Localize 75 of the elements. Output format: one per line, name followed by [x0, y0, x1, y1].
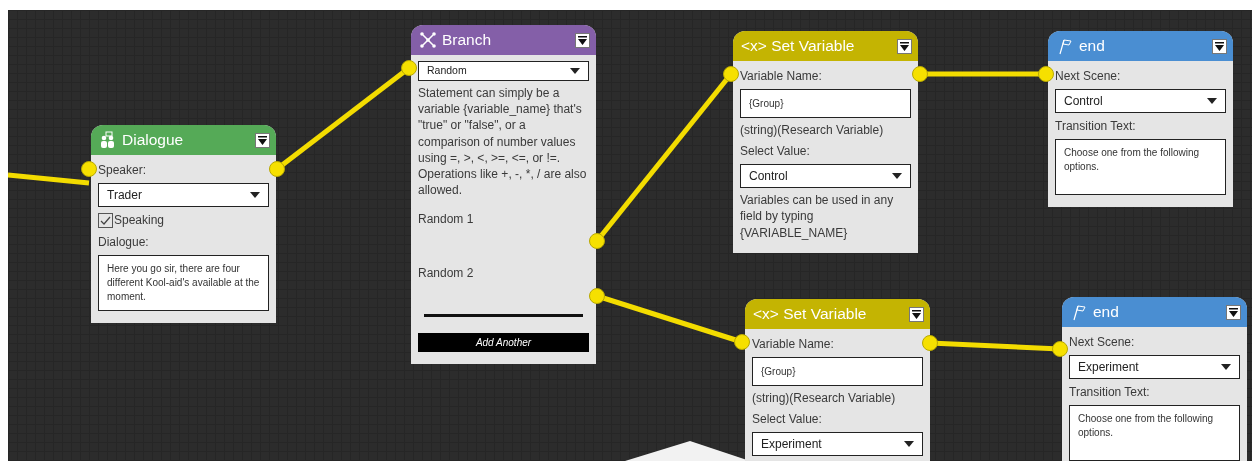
connection-port[interactable] [401, 60, 417, 76]
text-area[interactable]: Here you go sir, there are four different Kool-aid's available at the moment. [98, 255, 269, 311]
connection-port[interactable] [734, 334, 750, 350]
caret-icon [1221, 364, 1231, 370]
collapse-icon [1215, 41, 1224, 51]
node-title: end [1079, 36, 1105, 57]
collapse-icon [258, 135, 267, 145]
collapse-button[interactable] [1226, 304, 1241, 320]
node-title: Branch [442, 30, 492, 51]
connection-port[interactable] [922, 335, 938, 351]
dropdown-value: Trader [107, 187, 142, 204]
text-area[interactable]: Choose one from the following options. [1069, 405, 1240, 461]
text-area[interactable]: Choose one from the following options. [1055, 139, 1226, 195]
collapse-button[interactable] [1212, 38, 1227, 54]
connection-port[interactable] [912, 66, 928, 82]
checkbox[interactable] [98, 212, 113, 228]
help-text: Statement can simply be a variable {variable_name} that's "true" or "false", or a comparison of number values using =, >, <, >=, <=, or !=. Operations like +, -, *, / are also allowed. [418, 85, 588, 199]
field-label: Transition Text: [1069, 384, 1151, 401]
checkbox-label: Speaking [114, 212, 165, 229]
help-text: (string)(Research Variable) [740, 122, 885, 139]
input-field[interactable]: {Group} [752, 357, 923, 386]
branch-icon [419, 31, 437, 49]
collapse-button[interactable] [255, 132, 270, 148]
dropdown[interactable]: Experiment [752, 432, 923, 457]
dropdown[interactable]: Random [418, 61, 589, 81]
caret-icon [250, 192, 260, 198]
field-label: Variable Name: [740, 68, 823, 85]
collapse-button[interactable] [575, 32, 590, 48]
field-label: Speaker: [98, 162, 148, 179]
field-label: Dialogue: [98, 234, 150, 251]
caret-icon [1207, 98, 1217, 104]
dropdown-value: Control [1064, 93, 1103, 110]
connection-port[interactable] [589, 288, 605, 304]
dropdown-value: Experiment [1078, 359, 1139, 376]
collapse-icon [900, 41, 909, 51]
connection-port[interactable] [589, 233, 605, 249]
field-label: Next Scene: [1055, 68, 1122, 85]
caret-icon [904, 441, 914, 448]
caret-icon [570, 68, 580, 74]
field-label: Variable Name: [752, 336, 835, 353]
people-icon [99, 131, 117, 149]
field-label: Select Value: [740, 143, 811, 161]
collapse-icon [1229, 307, 1238, 317]
input-field[interactable]: {Group} [740, 89, 911, 118]
field-label: Select Value: [752, 411, 823, 429]
node-title: end [1093, 302, 1119, 323]
add-button[interactable]: Add Another [418, 333, 589, 353]
node-title: <x> Set Variable [753, 304, 867, 325]
flag-icon [1056, 37, 1074, 55]
connection-port[interactable] [723, 66, 739, 82]
field-label: Next Scene: [1069, 334, 1136, 351]
node-title: Dialogue [122, 130, 184, 151]
connection-port[interactable] [81, 161, 97, 177]
option-label: Random 2 [418, 265, 475, 283]
caret-icon [892, 173, 902, 180]
dropdown[interactable]: Trader [98, 183, 269, 207]
collapse-icon [912, 309, 921, 319]
connection-port[interactable] [1038, 66, 1054, 82]
flag-icon [1070, 303, 1088, 321]
dropdown[interactable]: Control [1055, 89, 1226, 113]
dropdown[interactable]: Experiment [1069, 355, 1240, 379]
option-label: Random 1 [418, 211, 475, 229]
connection-port[interactable] [1052, 341, 1068, 357]
dropdown-value: Experiment [761, 436, 822, 454]
collapse-button[interactable] [909, 306, 924, 322]
collapse-icon [578, 35, 587, 45]
dropdown-value: Control [749, 168, 788, 186]
node-title: <x> Set Variable [741, 36, 855, 57]
field-label: Transition Text: [1055, 118, 1137, 135]
collapse-button[interactable] [897, 38, 912, 54]
connection-port[interactable] [269, 161, 285, 177]
help-text: (string)(Research Variable) [752, 390, 897, 407]
dropdown-value: Random [427, 63, 467, 79]
dropdown[interactable]: Control [740, 164, 911, 189]
help-text: Variables can be used in any field by typing {VARIABLE_NAME} [740, 192, 895, 241]
